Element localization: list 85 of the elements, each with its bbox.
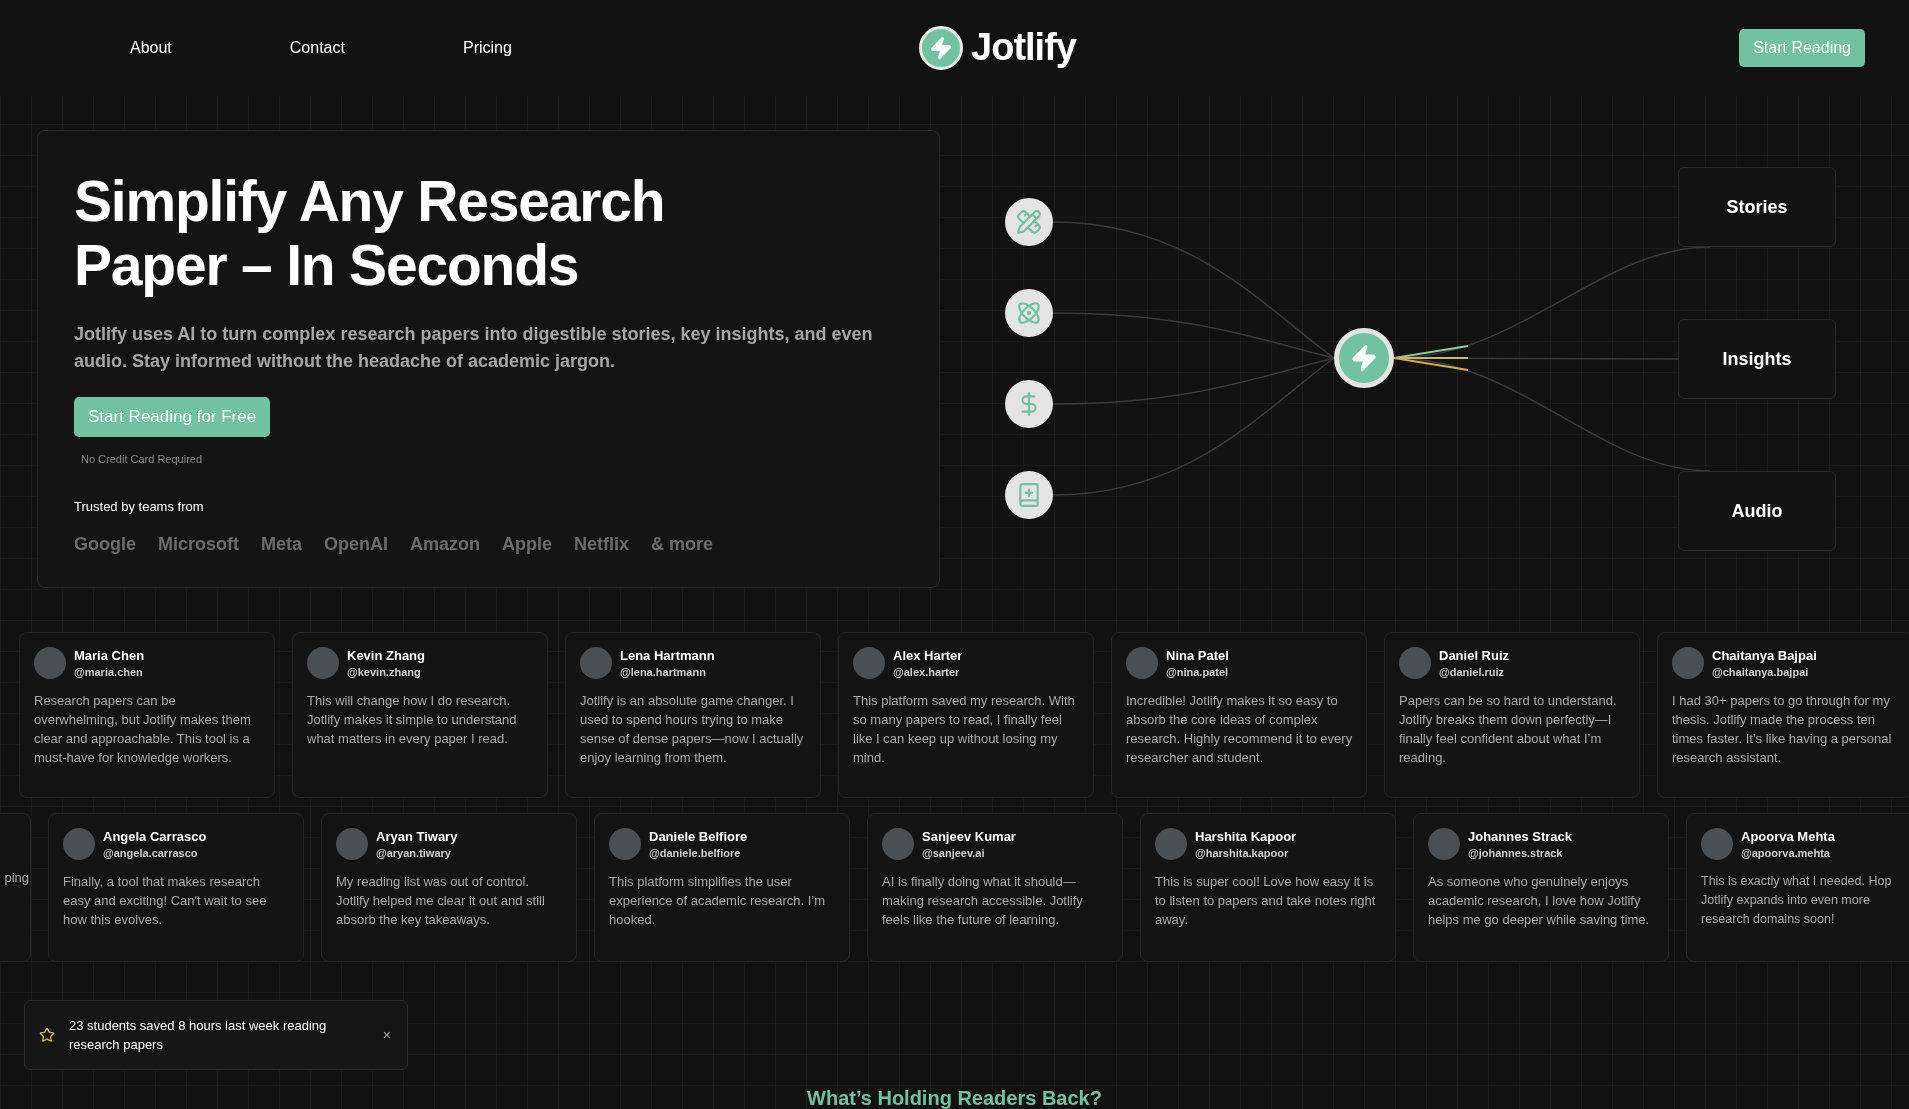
company-name: Google <box>74 534 136 555</box>
avatar <box>1428 828 1460 860</box>
book-plus-icon <box>1005 471 1053 519</box>
author-handle: @maria.chen <box>74 666 144 678</box>
testimonial-text: This platform simplifies the user experience of academic research. I’m hooked. <box>609 873 827 929</box>
company-name: Netflix <box>574 534 630 555</box>
star-icon <box>39 1027 55 1043</box>
section-heading: What’s Holding Readers Back? <box>806 1087 1103 1109</box>
avatar <box>307 647 339 679</box>
avatar <box>1672 647 1704 679</box>
author-name: Aryan Tiwary <box>376 829 458 844</box>
hub-logo-icon <box>1334 328 1394 388</box>
avatar <box>1701 828 1733 860</box>
testimonial-text: This is exactly what I needed. Hop Jotlify expands into even more research domains soon! <box>1701 873 1893 928</box>
company-name: Amazon <box>410 534 481 555</box>
testimonial-text: I had 30+ papers to go through for my thesis. Jotlify made the process ten times faster. It’s like having a personal research assistant. <box>1672 692 1893 767</box>
author-name: Sanjeev Kumar <box>922 829 1016 844</box>
author-handle: @daniele.belfiore <box>649 847 742 859</box>
author-handle: @lena.hartmann <box>620 666 707 678</box>
nav-link[interactable]: Contact <box>289 38 345 57</box>
author-handle: @nina.patel <box>1166 666 1229 678</box>
company-name: Apple <box>502 534 553 555</box>
avatar <box>580 647 612 679</box>
author-name: Harshita Kapoor <box>1195 829 1297 844</box>
author-handle: @sanjeev.ai <box>922 847 986 859</box>
testimonial-text: This is super cool! Love how easy it is to listen to papers and take notes right away. <box>1155 873 1377 929</box>
testimonial-text: As someone who genuinely enjoys academic research, I love how Jotlify helps me go deeper while saving time. <box>1428 873 1651 929</box>
author-handle: @harshita.kapoor <box>1195 847 1290 859</box>
company-name: & more <box>651 534 714 555</box>
output-node: Audio <box>1678 471 1836 551</box>
trusted-label: Trusted by teams from <box>74 499 205 514</box>
avatar <box>1155 828 1187 860</box>
author-name: Apoorva Mehta <box>1741 829 1835 844</box>
author-handle: @daniel.ruiz <box>1439 666 1506 678</box>
testimonial-text: My reading list was out of control. Jotlify helped me clear it out and still absorb the key takeaways. <box>336 873 546 929</box>
author-name: Kevin Zhang <box>347 648 425 663</box>
author-handle: @apoorva.mehta <box>1741 847 1831 859</box>
output-node: Stories <box>1678 167 1836 247</box>
nav-link[interactable]: About <box>130 38 172 57</box>
author-name: Nina Patel <box>1166 648 1229 663</box>
company-name: Meta <box>261 534 302 555</box>
testimonial-text: This platform saved my research. With so many papers to read, I finally feel like I can keep up without losing my mind. <box>853 692 1076 767</box>
toast-message: 23 students saved 8 hours last week reading research papers <box>69 1017 328 1054</box>
avatar <box>1126 647 1158 679</box>
close-button[interactable]: × <box>380 1025 393 1045</box>
author-name: Alex Harter <box>893 648 963 663</box>
author-name: Johannes Strack <box>1468 829 1573 844</box>
avatar <box>63 828 95 860</box>
testimonial-text: AI is finally doing what it should—making research accessible. Jotlify feels like the future of learning. <box>882 873 1084 929</box>
author-handle: @johannes.strack <box>1468 847 1564 859</box>
testimonial-text: Papers can be so hard to understand. Jotlify breaks them down perfectly—I finally feel confident about what I’m reading. <box>1399 692 1618 767</box>
avatar <box>1399 647 1431 679</box>
author-handle: @kevin.zhang <box>347 666 422 678</box>
author-name: Lena Hartmann <box>620 648 715 663</box>
hero-subtitle: Jotlify uses AI to turn complex research papers into digestible stories, key insights, and even audio. Stay informed without the headache of academic jargon. <box>74 323 874 373</box>
avatar <box>882 828 914 860</box>
author-handle: @angela.carrasco <box>103 847 199 859</box>
company-name: Microsoft <box>158 534 239 555</box>
nav-link[interactable]: Pricing <box>462 38 512 57</box>
pencil-ruler-icon <box>1005 198 1053 246</box>
author-name: Angela Carrasco <box>103 829 207 844</box>
avatar <box>853 647 885 679</box>
testimonial-text: Incredible! Jotlify makes it so easy to absorb the core ideas of complex research. Highly recommend it to every researcher and student. <box>1126 692 1354 767</box>
dollar-icon <box>1005 380 1053 428</box>
author-name: Daniele Belfiore <box>649 829 748 844</box>
output-node: Insights <box>1678 319 1836 399</box>
testimonial-text: ping <box>3 869 29 887</box>
testimonial-text: Jotlify is an absolute game changer. I used to spend hours trying to make sense of dense papers—now I actually enjoy learning from them. <box>580 692 805 767</box>
testimonial-text: Finally, a tool that makes research easy and exciting! Can't wait to see how this evolves. <box>63 873 268 929</box>
author-handle: @alex.harter <box>893 666 961 678</box>
no-credit-card-note: No Credit Card Required <box>81 453 204 465</box>
atom-icon <box>1005 289 1053 337</box>
avatar <box>609 828 641 860</box>
testimonial-text: Research papers can be overwhelming, but Jotlify makes them clear and approachable. This tool is a must-have for knowledge workers. <box>34 692 252 767</box>
hero-title: Simplify Any Research Paper – In Seconds <box>74 169 666 297</box>
logo-text: Jotlify <box>971 26 1076 69</box>
author-name: Chaitanya Bajpai <box>1712 648 1817 663</box>
avatar <box>336 828 368 860</box>
author-name: Daniel Ruiz <box>1439 648 1510 663</box>
avatar <box>34 647 66 679</box>
company-name: OpenAI <box>324 534 389 555</box>
author-handle: @chaitanya.bajpai <box>1712 666 1810 678</box>
author-handle: @aryan.tiwary <box>376 847 452 859</box>
author-name: Maria Chen <box>74 648 145 663</box>
testimonial-text: This will change how I do research. Jotlify makes it simple to understand what matters in every paper I read. <box>307 692 518 748</box>
